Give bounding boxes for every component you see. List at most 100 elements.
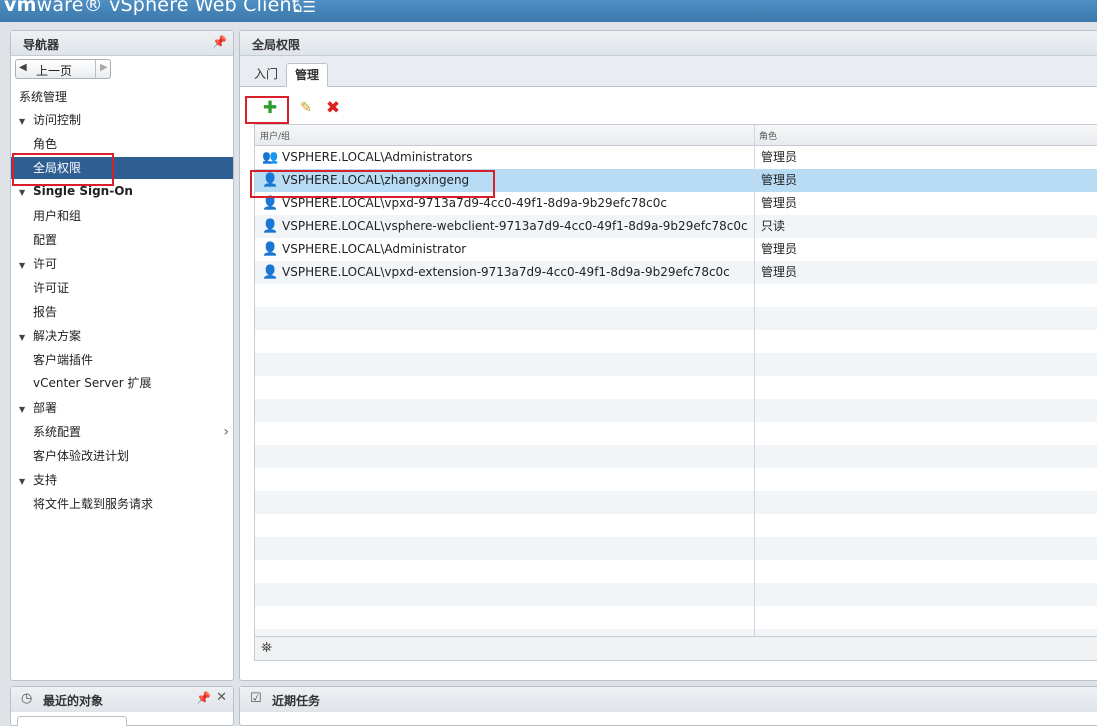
binoculars-icon[interactable]: ⛯	[261, 640, 272, 656]
sidebar-item-label: 许可	[33, 257, 58, 271]
sidebar-item-label: 配置	[33, 233, 58, 247]
back-button-label: 上一页	[36, 64, 73, 78]
pencil-icon: ✎	[300, 100, 312, 116]
table-row	[255, 445, 1097, 468]
home-menu-icon[interactable]: ⌂☰	[293, 0, 316, 16]
sidebar-item[interactable]: 将文件上载到服务请求	[11, 493, 233, 515]
sidebar-item-label: 报告	[33, 305, 58, 319]
table-row	[255, 399, 1097, 422]
column-header-user[interactable]: 用户/组	[260, 129, 290, 142]
highlight-box-add	[245, 96, 289, 124]
role-cell: 只读	[761, 219, 786, 233]
table-row	[255, 514, 1097, 537]
user-icon: 👤	[262, 219, 279, 234]
history-icon: ◷	[21, 691, 33, 706]
expand-triangle-icon[interactable]: ▼	[19, 327, 33, 349]
sidebar-item[interactable]: ▼ 部署	[11, 397, 233, 419]
sidebar-item-label: 访问控制	[33, 113, 82, 127]
table-row	[255, 353, 1097, 376]
sidebar-item[interactable]: 角色	[11, 133, 233, 155]
main-header: 全局权限	[240, 31, 1097, 56]
expand-triangle-icon[interactable]: ▼	[19, 399, 33, 421]
tab-manage[interactable]: 管理	[286, 63, 329, 87]
close-icon[interactable]: ✕	[216, 690, 227, 705]
tab-bar: 入门 管理	[240, 56, 1097, 87]
back-button[interactable]: ◀ 上一页 ▶	[15, 59, 111, 79]
sidebar-item-label: 用户和组	[33, 209, 82, 223]
role-cell: 管理员	[761, 242, 798, 256]
table-row	[255, 422, 1097, 445]
sidebar-item[interactable]: 许可证	[11, 277, 233, 299]
highlight-box-selected-user	[250, 170, 495, 198]
table-row[interactable]: 👥 VSPHERE.LOCAL\Administrators 管理员	[255, 146, 1097, 169]
delete-permission-button[interactable]: ✖	[322, 97, 344, 119]
sidebar-item[interactable]: 配置	[11, 229, 233, 251]
pin-icon[interactable]: 📌	[212, 35, 227, 49]
brand-logo: vmware® vSphere Web Client	[4, 0, 300, 16]
chevron-right-icon[interactable]: ›	[223, 421, 229, 443]
sidebar-item[interactable]: 报告	[11, 301, 233, 323]
pin-icon[interactable]: 📌	[196, 691, 211, 705]
sidebar-item[interactable]: ▼ 解决方案	[11, 325, 233, 347]
sidebar-item-label: 客户体验改进计划	[33, 449, 130, 463]
user-name-cell: VSPHERE.LOCAL\vpxd-extension-9713a7d9-4c…	[282, 265, 730, 279]
forward-arrow-icon[interactable]: ▶	[100, 62, 108, 73]
highlight-box-global-permissions	[12, 153, 114, 186]
expand-triangle-icon[interactable]: ▼	[19, 255, 33, 277]
sidebar-item[interactable]: ▼ 支持	[11, 469, 233, 491]
edit-permission-button[interactable]: ✎	[295, 97, 317, 119]
sidebar-item-label: Single Sign-On	[33, 184, 133, 198]
sidebar-item-label: 将文件上载到服务请求	[33, 497, 154, 511]
sidebar-item-label: 许可证	[33, 281, 70, 295]
recent-objects-panel: ◷ 最近的对象 📌 ✕	[10, 686, 234, 726]
navigator-panel: 导航器 📌 ◀ 上一页 ▶ 系统管理 ▼ 访问控制 角色 全局权限 ▼ Single Sig…	[10, 30, 234, 681]
table-row	[255, 583, 1097, 606]
group-icon: 👥	[262, 150, 279, 165]
grid-footer: ⛯	[254, 636, 1097, 661]
table-row	[255, 376, 1097, 399]
permissions-grid: 用户/组 角色 👥 VSPHERE.LOCAL\Administrators 管理员…	[254, 124, 1097, 661]
table-row	[255, 537, 1097, 560]
table-row[interactable]: 👤 VSPHERE.LOCAL\vsphere-webclient-9713a7d…	[255, 215, 1097, 238]
table-row	[255, 468, 1097, 491]
sidebar-item[interactable]: ▼ 许可	[11, 253, 233, 275]
sidebar-item-label: 客户端插件	[33, 353, 94, 367]
tab-getting-started[interactable]: 入门	[246, 63, 286, 87]
table-row	[255, 606, 1097, 629]
back-arrow-icon: ◀	[19, 62, 27, 73]
sidebar-item[interactable]: 客户端插件	[11, 349, 233, 371]
table-row	[255, 491, 1097, 514]
recent-objects-tab[interactable]	[17, 716, 127, 726]
sidebar-item[interactable]: 客户体验改进计划	[11, 445, 233, 467]
sidebar-item-label: 支持	[33, 473, 58, 487]
user-name-cell: VSPHERE.LOCAL\vsphere-webclient-9713a7d9…	[282, 219, 748, 233]
role-cell: 管理员	[761, 150, 798, 164]
sidebar-item[interactable]: 用户和组	[11, 205, 233, 227]
recent-tasks-panel: ☑ 近期任务	[239, 686, 1097, 726]
sidebar-item-label: 解决方案	[33, 329, 82, 343]
user-name-cell: VSPHERE.LOCAL\Administrator	[282, 242, 467, 256]
table-row	[255, 307, 1097, 330]
sidebar-item[interactable]: 系统管理	[11, 86, 233, 108]
expand-triangle-icon[interactable]: ▼	[19, 471, 33, 493]
user-icon: 👤	[262, 242, 279, 257]
column-header-role[interactable]: 角色	[759, 129, 777, 142]
sidebar-item[interactable]: vCenter Server 扩展	[11, 372, 233, 394]
role-cell: 管理员	[761, 196, 798, 210]
expand-triangle-icon[interactable]: ▼	[19, 111, 33, 133]
main-panel: 全局权限 入门 管理 ✚ ✎ ✖ 用户/组 角色 👥 VSPHERE.LOCAL\…	[239, 30, 1097, 681]
user-name-cell: VSPHERE.LOCAL\Administrators	[282, 150, 473, 164]
table-row[interactable]: 👤 VSPHERE.LOCAL\Administrator 管理员	[255, 238, 1097, 261]
sidebar-item-label: 系统管理	[19, 90, 68, 104]
recent-tasks-title: 近期任务	[272, 694, 321, 708]
sidebar-item-label: 部署	[33, 401, 58, 415]
table-row	[255, 560, 1097, 583]
table-row	[255, 330, 1097, 353]
table-row	[255, 284, 1097, 307]
sidebar-item[interactable]: 系统配置 ›	[11, 421, 233, 443]
user-icon: 👤	[262, 265, 279, 280]
navigator-title: 导航器	[23, 38, 60, 52]
sidebar-item[interactable]: ▼ 访问控制	[11, 109, 233, 131]
sidebar-item-label: 系统配置	[33, 425, 82, 439]
table-row[interactable]: 👤 VSPHERE.LOCAL\vpxd-extension-9713a7d9-4…	[255, 261, 1097, 284]
